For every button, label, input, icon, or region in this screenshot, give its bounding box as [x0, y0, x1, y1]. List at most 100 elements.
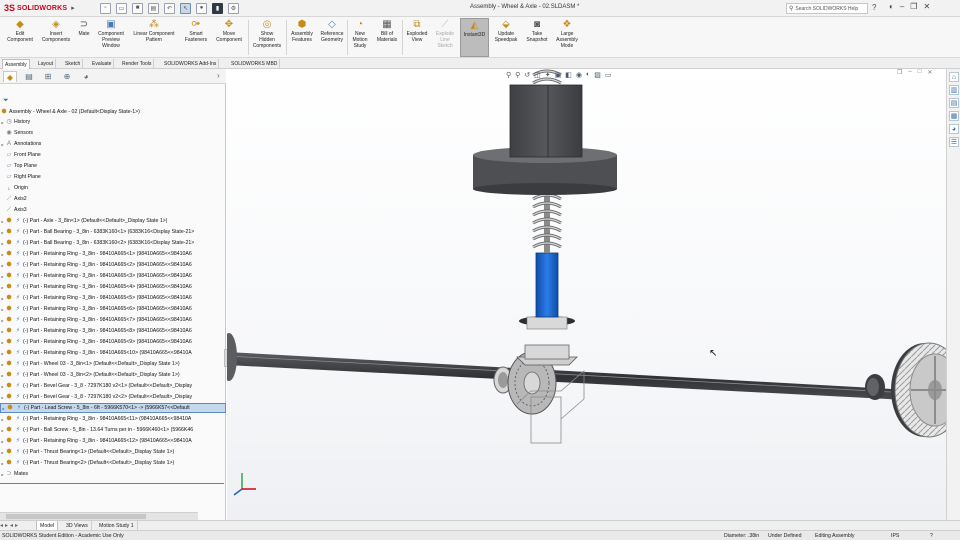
assembly-3d-model[interactable] — [227, 69, 946, 520]
tree-item[interactable]: ▸ ⬢ ⚡ (-) Part - Retaining Ring - 3_8in - 9… — [0, 293, 226, 303]
tree-item[interactable]: ▸ ⬢ ⚡ (-) Part - Ball Screw - 5_8in - 13.64… — [0, 425, 226, 435]
tab-assembly[interactable]: Assembly — [2, 59, 30, 69]
tree-item[interactable]: ▸ ⬢ ⚡ (-) Part - Retaining Ring - 3_8in - 9… — [0, 315, 226, 325]
help-search-box[interactable]: ⚲ Search SOLIDWORKS Help — [786, 3, 868, 14]
rollback-bar[interactable] — [0, 483, 224, 484]
linear-component-pattern-button[interactable]: ⁂ Linear Component Pattern — [128, 18, 180, 57]
mate-button[interactable]: ⊃ Mate — [74, 18, 94, 57]
large-assembly-mode-button[interactable]: ❖ Large Assembly Mode — [552, 18, 582, 57]
zoom-to-fit-icon[interactable]: ⚲ — [506, 71, 511, 79]
thrust-bearing-lower[interactable] — [519, 316, 575, 330]
solidworks-logo[interactable]: 3S SOLIDWORKS ▸ — [0, 0, 75, 17]
tree-item[interactable]: ▸ ⬢ ⚡ (-) Part - Retaining Ring - 3_8in - 9… — [0, 304, 226, 314]
reference-geometry-button[interactable]: ◇ Reference Geometry — [317, 18, 347, 57]
exploded-view-button[interactable]: ⧉ Exploded View — [403, 18, 431, 57]
view-orientation-icon[interactable]: ▣ — [555, 71, 562, 79]
file-explorer-icon[interactable]: ▤ — [949, 98, 959, 108]
propertymanager-tab-icon[interactable]: ▤ — [22, 71, 36, 82]
left-wheel[interactable] — [227, 333, 237, 381]
viewport-maximize-icon[interactable]: □ — [918, 69, 922, 76]
dimxpertmanager-tab-icon[interactable]: ⊕ — [60, 71, 74, 82]
take-snapshot-button[interactable]: ◙ Take Snapshot — [522, 18, 552, 57]
tree-item[interactable]: ▸ ⬢ ⚡ (-) Part - Bevel Gear - 3_8 - 7297K18… — [0, 392, 226, 402]
viewport-minimize-icon[interactable]: – — [908, 69, 911, 76]
component-preview-window-button[interactable]: ▣ Component Preview Window — [94, 18, 128, 57]
tree-item[interactable]: ▸ ⬢ ⚡ (-) Part - Retaining Ring - 3_8in - 9… — [0, 282, 226, 292]
view-palette-icon[interactable]: ▦ — [949, 111, 959, 121]
tree-item[interactable]: ▸ ⬢ ⚡ (-) Part - Retaining Ring - 3_8in - 9… — [0, 249, 226, 259]
tree-item[interactable]: ▱ Top Plane — [0, 161, 226, 171]
file-properties-icon[interactable]: ▮ — [212, 2, 223, 14]
tree-item[interactable]: ▸ ⬢ ⚡ (-) Part - Wheel 03 - 3_8in<1> (Defau… — [0, 359, 226, 369]
status-units[interactable]: IPS — [891, 531, 899, 540]
tree-item[interactable]: ⟋ Axis2 — [0, 194, 226, 204]
tree-item[interactable]: ▸ ⬢ ⚡ (-) Part - Thrust Bearing<2> (Default… — [0, 458, 226, 468]
right-wheel[interactable] — [891, 342, 946, 438]
hide-show-items-icon[interactable]: ◉ — [576, 71, 582, 79]
tree-item[interactable]: ▸ ⬢ ⚡ (-) Part - Bevel Gear - 3_8 - 7297K18… — [0, 381, 226, 391]
tree-item[interactable]: ⌞ Origin — [0, 183, 226, 193]
tree-item[interactable]: ◉ Sensors — [0, 128, 226, 138]
tab-layout[interactable]: Layout — [36, 59, 57, 69]
tree-item[interactable]: ▸ ⬢ ⚡ (-) Part - Retaining Ring - 3_8in - 9… — [0, 260, 226, 270]
explode-line-sketch-button[interactable]: ⟋ Explode Line Sketch — [431, 18, 459, 57]
minimize-icon[interactable]: – — [900, 2, 904, 11]
display-style-icon[interactable]: ◧ — [565, 71, 572, 79]
move-component-button[interactable]: ✥ Move Component — [212, 18, 246, 57]
tree-filter-icon[interactable]: ⏷ — [3, 97, 9, 105]
assembly-features-button[interactable]: ⬢ Assembly Features — [287, 18, 317, 57]
displaymanager-tab-icon[interactable]: ◕ — [79, 71, 93, 82]
tree-item[interactable]: ⟋ Axis3 — [0, 205, 226, 215]
tab-solidworks-add-ins[interactable]: SOLIDWORKS Add-Ins — [162, 59, 220, 69]
undo-icon[interactable]: ↶ — [164, 2, 175, 14]
lead-screw-selected[interactable] — [535, 252, 559, 318]
logo-menu-arrow-icon[interactable]: ▸ — [71, 4, 75, 12]
tree-item[interactable]: ▸ ⬢ ⚡ (-) Part - Retaining Ring - 3_8in - 9… — [0, 326, 226, 336]
tree-item[interactable]: ▸ ⊃ Mates — [0, 469, 226, 479]
restore-icon[interactable]: ❐ — [910, 2, 917, 11]
tree-item[interactable]: ▸ ⬢ ⚡ (-) Part - Retaining Ring - 3_8in - 9… — [0, 414, 226, 424]
tab-scroll-arrows-icon[interactable]: ◂▸◂▸ — [0, 522, 20, 529]
tree-item[interactable]: ▸ ⬢ ⚡ (-) Part - Wheel 03 - 3_8in<2> (Defau… — [0, 370, 226, 380]
tree-item[interactable]: ▱ Front Plane — [0, 150, 226, 160]
tree-horizontal-scrollbar[interactable] — [0, 512, 198, 520]
tree-item[interactable]: ▸ ⬢ ⚡ (-) Part - Retaining Ring - 3_8in - 9… — [0, 337, 226, 347]
appearances-icon[interactable]: ◕ — [949, 124, 959, 134]
rebuild-icon[interactable]: ● — [196, 2, 207, 14]
configurationmanager-tab-icon[interactable]: ⊞ — [41, 71, 55, 82]
graphics-area[interactable]: ⚲ ⚲ ↺ ◫ ✦ ▣ ◧ ◉ ◐ ▨ ▭ ❐ – □ ✕ ↖ — [227, 69, 946, 520]
viewport-close-icon[interactable]: ✕ — [927, 69, 932, 76]
tree-item[interactable]: ▸ ⬢ ⚡ (-) Part - Ball Bearing - 3_8in - 638… — [0, 227, 226, 237]
view-settings-icon[interactable]: ▭ — [605, 71, 612, 79]
tab-render-tools[interactable]: Render Tools — [120, 59, 155, 69]
tree-item[interactable]: ▸ A Annotations — [0, 139, 226, 149]
viewport-restore-icon[interactable]: ❐ — [897, 69, 902, 76]
tab-evaluate[interactable]: Evaluate — [90, 59, 115, 69]
tree-item[interactable]: ▸ ⬢ ⚡ (-) Part - Retaining Ring - 3_8in - 9… — [0, 436, 226, 446]
apply-scene-icon[interactable]: ▨ — [594, 71, 601, 79]
featuremanager-tab-icon[interactable]: ◆ — [3, 71, 17, 82]
help-question-icon[interactable]: ? — [872, 3, 876, 12]
previous-view-icon[interactable]: ↺ — [524, 71, 530, 79]
dynamic-annotation-icon[interactable]: ✦ — [545, 71, 551, 79]
nut-block[interactable] — [509, 84, 583, 158]
show-hidden-components-button[interactable]: ◎ Show Hidden Components — [250, 18, 284, 57]
tree-item[interactable]: ▸ ⬢ ⚡ (-) Part - Axle - 3_8in<1> (Default<<… — [0, 216, 226, 226]
tree-item[interactable]: ▱ Right Plane — [0, 172, 226, 182]
insert-components-button[interactable]: ◈ Insert Components — [38, 18, 74, 57]
zoom-to-area-icon[interactable]: ⚲ — [515, 71, 520, 79]
save-icon[interactable]: ■ — [132, 2, 143, 14]
ball-screw-spring-lower[interactable] — [532, 193, 562, 253]
tree-item[interactable]: ▸ ⬢ ⚡ (-) Part - Ball Bearing - 3_8in - 638… — [0, 238, 226, 248]
close-icon[interactable]: ✕ — [923, 2, 930, 11]
right-bearing[interactable] — [865, 374, 885, 400]
tree-item[interactable]: ▸ ⬢ ⚡ (-) Part - Retaining Ring - 3_8in - 9… — [0, 348, 226, 358]
design-library-icon[interactable]: ▥ — [949, 85, 959, 95]
user-account-icon[interactable]: ◐ — [889, 2, 894, 11]
select-cursor-icon[interactable]: ↖ — [180, 2, 191, 14]
new-document-icon[interactable]: ▫ — [100, 2, 111, 14]
tree-item[interactable]: ▸ ⬢ ⚡ (-) Part - Thrust Bearing<1> (Default… — [0, 447, 226, 457]
status-help-icon[interactable]: ? — [930, 531, 933, 540]
options-gear-icon[interactable]: ⚙ — [228, 2, 239, 14]
edit-appearance-icon[interactable]: ◐ — [586, 71, 590, 78]
